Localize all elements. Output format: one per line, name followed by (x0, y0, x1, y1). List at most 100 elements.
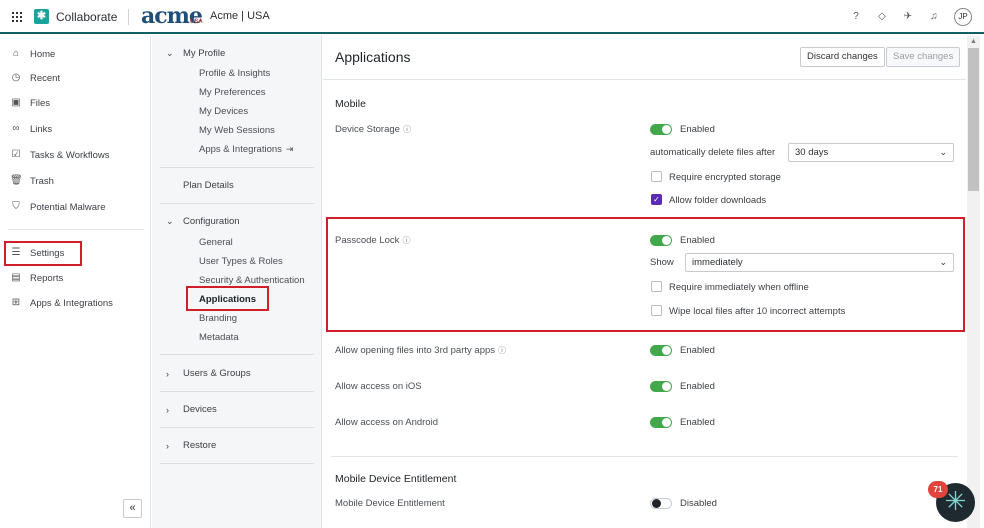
nav-item-trash[interactable]: 🗑 Trash (10, 175, 54, 187)
collaborate-logo-icon: ✱ (34, 9, 49, 24)
title-divider (323, 79, 966, 80)
entitlement-section-title: Mobile Device Entitlement (335, 473, 457, 485)
bell-icon[interactable]: ♫ (928, 11, 940, 23)
subnav-apps-integrations[interactable]: Apps & Integrations ⇥ (199, 144, 293, 155)
nav-item-label: Recent (30, 72, 61, 84)
info-icon[interactable]: ⓘ (402, 235, 410, 246)
nav-item-files[interactable]: ▣ Files (10, 97, 50, 109)
android-toggle[interactable] (650, 417, 672, 428)
settings-highlight (4, 241, 82, 266)
subnav-profile-insights[interactable]: Profile & Insights (199, 68, 270, 79)
entitlement-toggle[interactable] (650, 498, 672, 509)
allow-folder-downloads-label: Allow folder downloads (669, 195, 767, 206)
nav-item-apps[interactable]: ⊞ Apps & Integrations (10, 297, 113, 309)
mobile-section-title: Mobile (335, 98, 366, 110)
users-groups-header[interactable]: › Users & Groups (166, 368, 251, 379)
show-value: immediately (692, 257, 743, 268)
third-party-toggle[interactable] (650, 345, 672, 356)
app-grid-icon[interactable] (12, 12, 22, 22)
show-label: Show (650, 257, 674, 268)
passcode-lock-text: Passcode Lock (335, 235, 400, 246)
ios-toggle[interactable] (650, 381, 672, 392)
auto-delete-value: 30 days (795, 147, 829, 158)
subnav-my-preferences[interactable]: My Preferences (199, 87, 266, 98)
devices-header[interactable]: › Devices (166, 404, 217, 415)
subnav-branding[interactable]: Branding (199, 313, 237, 324)
third-party-toggle-label: Enabled (680, 345, 715, 356)
report-icon: ▤ (11, 272, 21, 283)
nav-item-malware[interactable]: ⛉ Potential Malware (10, 201, 106, 213)
auto-delete-select[interactable]: 30 days ⌄ (788, 143, 954, 162)
apps-icon: ⊞ (11, 297, 21, 308)
show-select[interactable]: immediately ⌄ (685, 253, 954, 272)
restore-header[interactable]: › Restore (166, 440, 216, 451)
divider (128, 9, 129, 25)
devices-label: Devices (183, 404, 217, 415)
link-icon: ∞ (12, 123, 20, 134)
subnav-my-web-sessions[interactable]: My Web Sessions (199, 125, 275, 136)
save-changes-button[interactable]: Save changes (886, 47, 961, 67)
chevron-down-icon: ⌄ (166, 48, 174, 58)
nav-item-tasks[interactable]: ☑ Tasks & Workflows (10, 149, 110, 161)
device-storage-toggle[interactable] (650, 124, 672, 135)
discard-changes-button[interactable]: Discard changes (800, 47, 885, 67)
nav-item-label: Potential Malware (30, 201, 106, 213)
users-groups-label: Users & Groups (183, 368, 251, 379)
require-encrypted-checkbox[interactable] (651, 171, 662, 182)
subnav-divider (160, 167, 314, 168)
chevron-down-icon: ⌄ (939, 257, 947, 267)
passcode-lock-toggle[interactable] (650, 235, 672, 246)
settings-subnav: ⌄ My Profile Profile & Insights My Prefe… (152, 36, 322, 528)
info-icon[interactable]: ⓘ (403, 124, 411, 135)
scroll-up-arrow-icon[interactable]: ▲ (968, 37, 979, 47)
collapse-sidebar-button[interactable]: « (123, 499, 142, 518)
configuration-label: Configuration (183, 216, 240, 227)
clock-icon: ◷ (11, 72, 21, 83)
entitlement-label: Mobile Device Entitlement (335, 498, 445, 509)
main-content: Applications Discard changes Save change… (323, 36, 966, 528)
nav-item-reports[interactable]: ▤ Reports (10, 272, 63, 284)
applications-highlight (186, 286, 269, 311)
wipe-local-checkbox[interactable] (651, 305, 662, 316)
page-title: Applications (335, 49, 411, 65)
passcode-lock-label: Passcode Lock ⓘ (335, 235, 410, 246)
subnav-general[interactable]: General (199, 237, 233, 248)
section-divider (331, 456, 958, 457)
my-profile-header[interactable]: ⌄ My Profile (166, 48, 225, 59)
announcement-icon[interactable]: ✈ (902, 11, 914, 23)
nav-item-label: Files (30, 97, 51, 109)
nav-item-links[interactable]: ∞ Links (10, 123, 52, 135)
device-storage-toggle-label: Enabled (680, 124, 715, 135)
info-icon[interactable]: ⓘ (498, 345, 506, 356)
avatar[interactable]: JP (954, 8, 972, 26)
nav-item-label: Home (30, 48, 56, 60)
plan-details-link[interactable]: Plan Details (183, 180, 234, 191)
scrollbar-thumb[interactable] (968, 48, 979, 191)
acme-logo: acme (141, 3, 203, 29)
allow-folder-downloads-checkbox[interactable]: ✓ (651, 194, 662, 205)
device-storage-label: Device Storage ⓘ (335, 124, 411, 135)
subnav-divider (160, 354, 314, 355)
shield-icon: ⛉ (12, 201, 20, 212)
nav-item-label: Trash (30, 175, 54, 187)
nav-item-recent[interactable]: ◷ Recent (10, 72, 60, 84)
configuration-header[interactable]: ⌄ Configuration (166, 216, 240, 227)
acme-logo-sub: USA (190, 19, 203, 25)
help-icon[interactable]: ? (850, 11, 862, 23)
chevron-right-icon: › (166, 440, 169, 451)
subnav-my-devices[interactable]: My Devices (199, 106, 248, 117)
subnav-user-types-roles[interactable]: User Types & Roles (199, 256, 283, 267)
assistant-badge: 71 (928, 481, 948, 498)
subnav-divider (160, 203, 314, 204)
android-label: Allow access on Android (335, 417, 438, 428)
subnav-divider (160, 463, 314, 464)
subnav-security-authentication[interactable]: Security & Authentication (199, 275, 305, 286)
app-name[interactable]: Collaborate (56, 10, 117, 24)
tenant-name: Acme | USA (210, 10, 270, 22)
passcode-lock-highlight (326, 217, 965, 332)
subnav-metadata[interactable]: Metadata (199, 332, 239, 343)
require-offline-checkbox[interactable] (651, 281, 662, 292)
chevron-down-icon: ⌄ (166, 216, 174, 226)
nav-item-home[interactable]: ⌂ Home (10, 48, 55, 60)
learn-icon[interactable]: ◇ (876, 11, 888, 23)
